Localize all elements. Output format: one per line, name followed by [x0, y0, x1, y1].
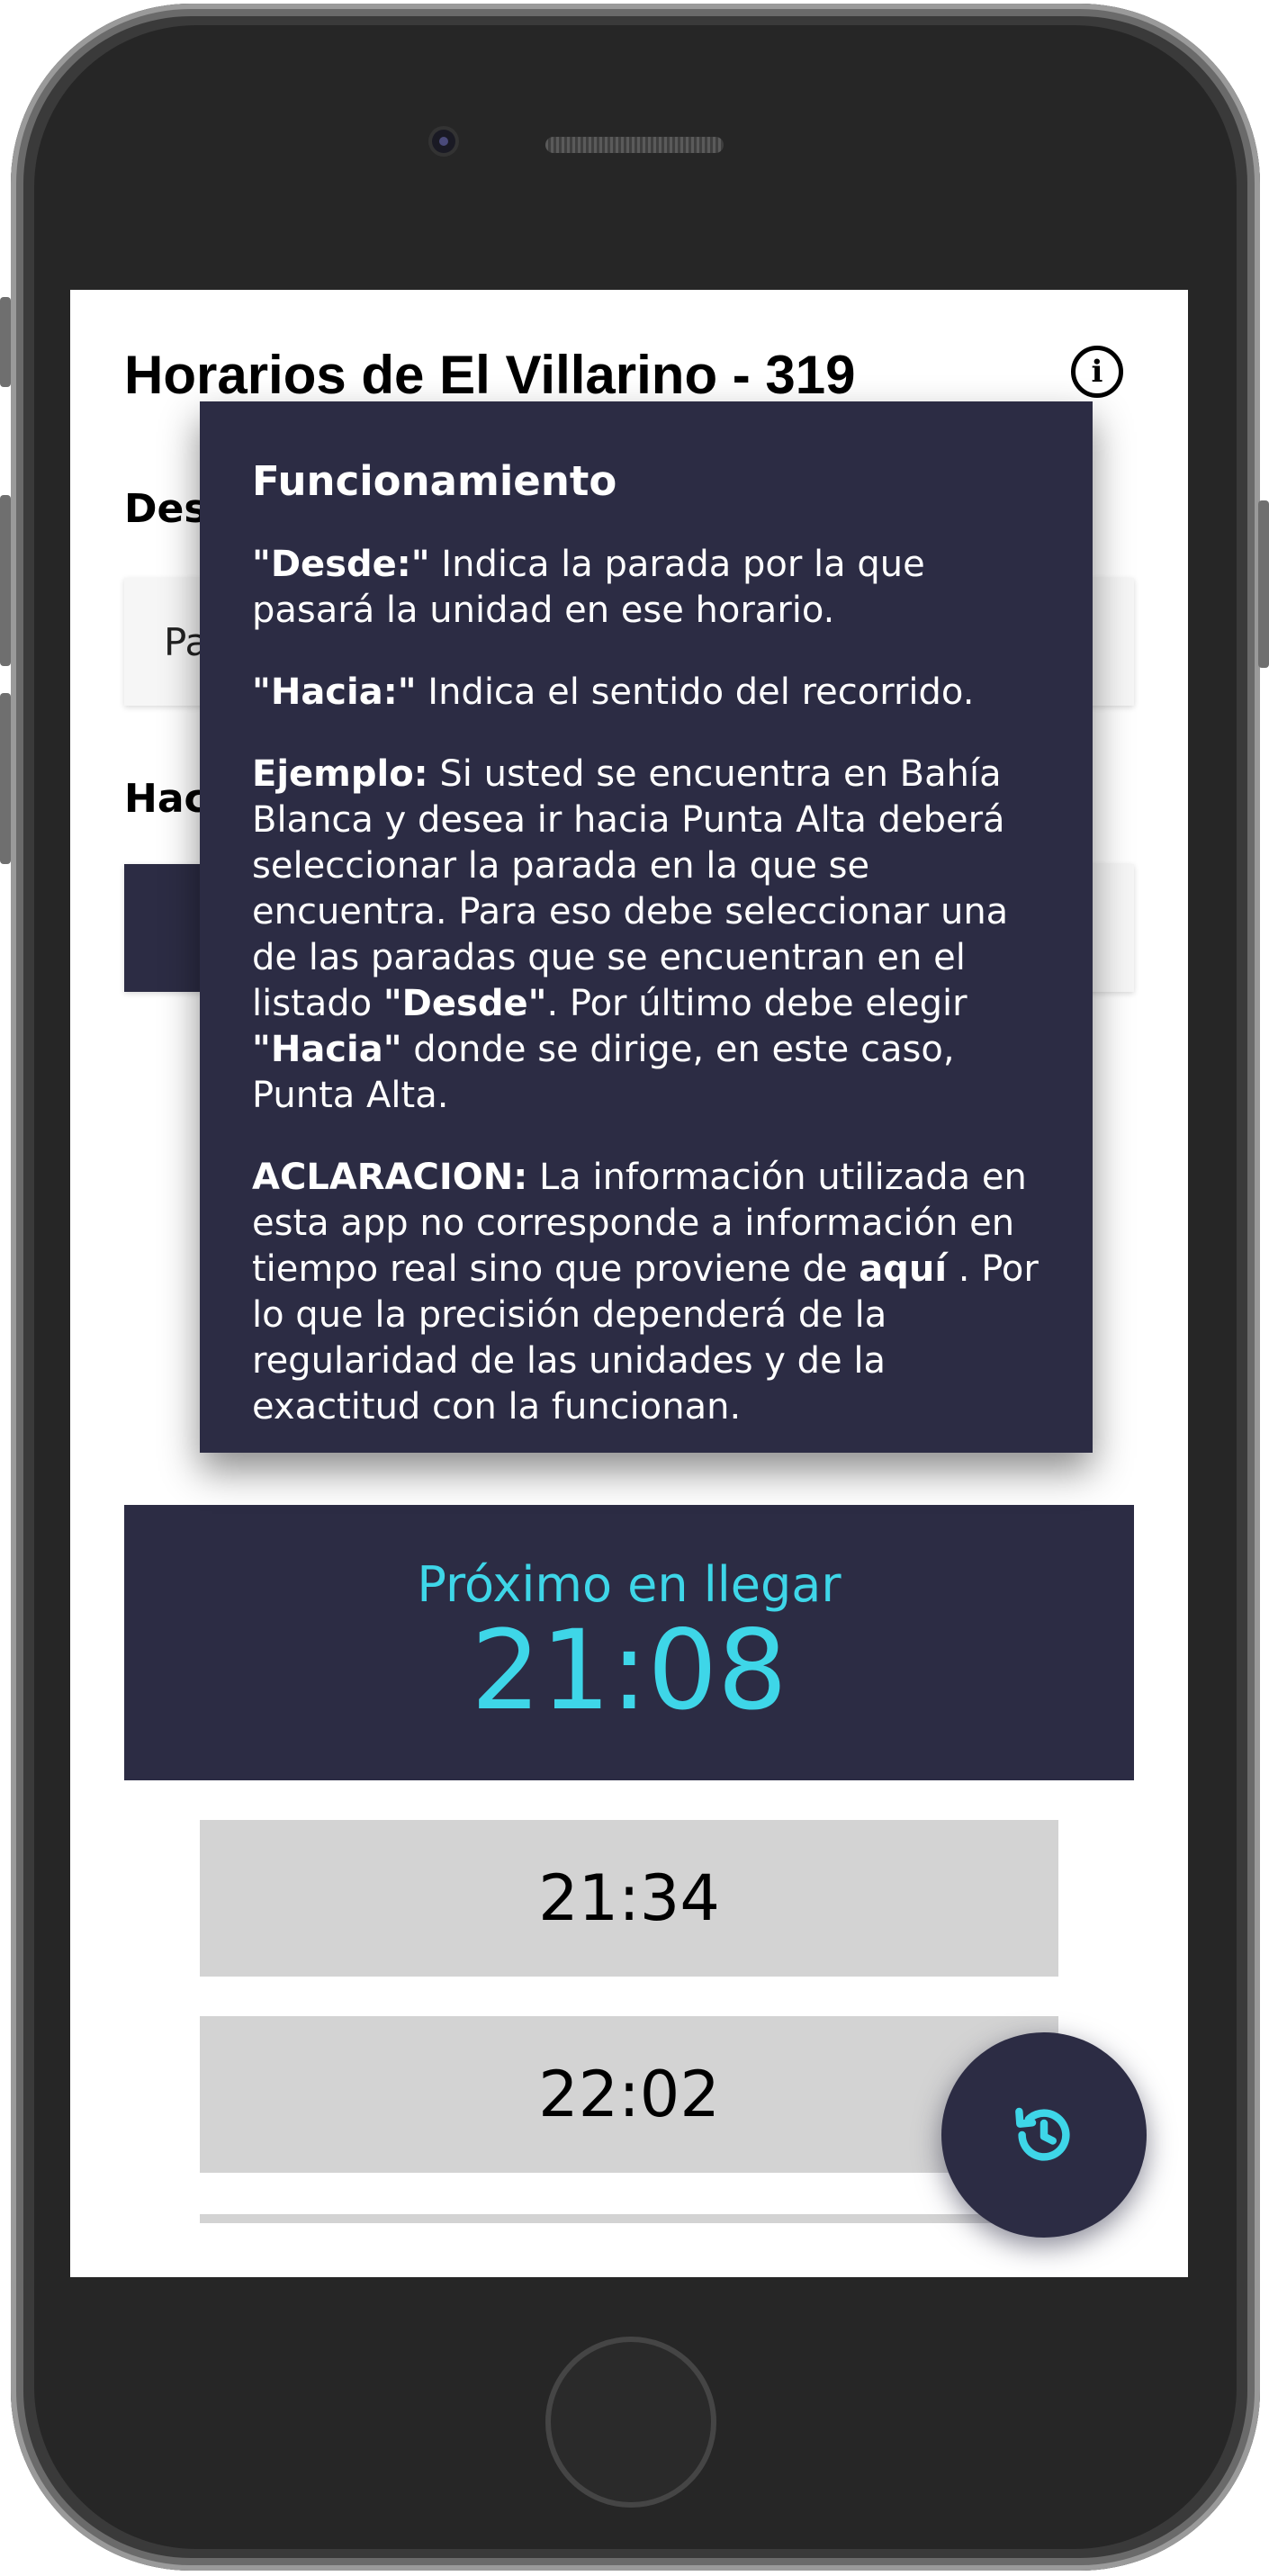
modal-paragraph-aclaracion: ACLARACION: La información utilizada en …: [252, 1157, 1039, 1428]
history-icon: [1015, 2107, 1070, 2161]
schedule-row: 22:02: [200, 2016, 1058, 2173]
info-icon[interactable]: i: [1071, 346, 1123, 398]
schedule-row-partial: [200, 2214, 1058, 2223]
source-link[interactable]: aquí: [859, 1248, 947, 1290]
phone-power-button: [1258, 500, 1269, 668]
info-modal: Funcionamiento "Desde:" Indica la parada…: [200, 401, 1093, 1453]
modal-paragraph-hacia: "Hacia:" Indica el sentido del recorrido…: [252, 671, 975, 713]
modal-paragraph-ejemplo: Ejemplo: Si usted se encuentra en Bahía …: [252, 753, 1009, 1116]
modal-title: Funcionamiento: [252, 457, 617, 505]
page-title: Horarios de El Villarino - 319: [124, 345, 856, 405]
modal-paragraph-desde: "Desde:" Indica la parada por la que pas…: [252, 544, 925, 631]
phone-volume-up: [0, 495, 11, 666]
earpiece-speaker: [545, 137, 724, 153]
phone-side-button: [0, 297, 11, 387]
app-screen: Horarios de El Villarino - 319 i Desde P…: [70, 290, 1188, 2277]
home-button[interactable]: [545, 2337, 716, 2508]
history-button[interactable]: [941, 2032, 1147, 2238]
next-arrival-time: 21:08: [471, 1607, 788, 1735]
phone-volume-down: [0, 693, 11, 864]
front-camera: [432, 130, 455, 153]
schedule-row: 21:34: [200, 1820, 1058, 1977]
next-arrival-card: Próximo en llegar 21:08: [124, 1505, 1134, 1780]
next-arrival-label: Próximo en llegar: [417, 1556, 842, 1614]
